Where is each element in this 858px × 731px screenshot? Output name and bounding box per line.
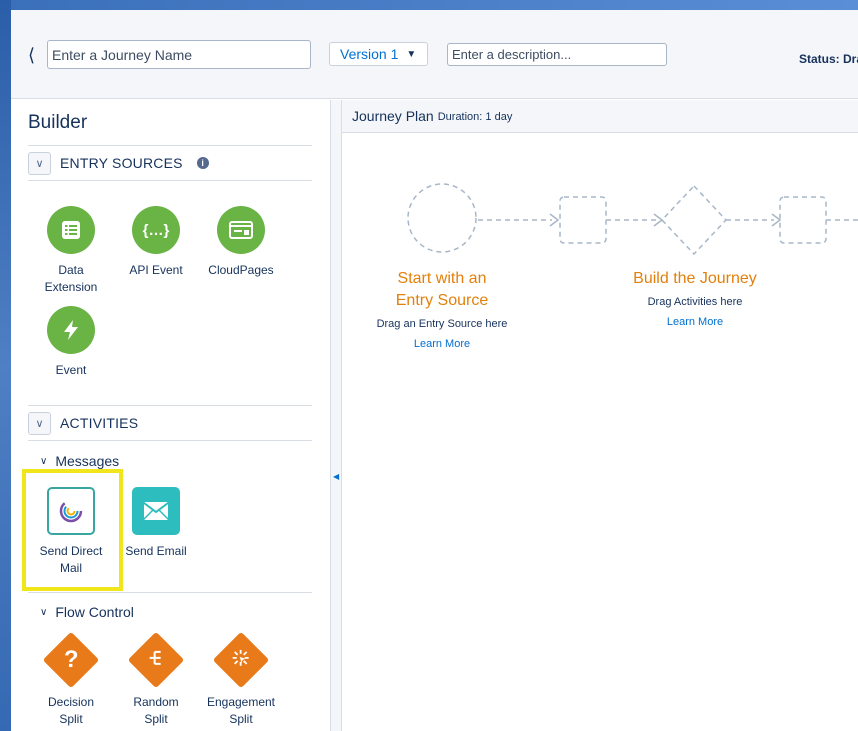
event-icon	[47, 306, 95, 354]
flow-control-label: Flow Control	[55, 604, 134, 620]
builder-panel: Builder ∨ ENTRY SOURCES i Data Extension…	[11, 100, 331, 731]
entry-event[interactable]: Event	[28, 306, 114, 379]
tile-label: Decision Split	[47, 695, 95, 726]
info-icon[interactable]: i	[196, 157, 209, 169]
collapse-panel-handle[interactable]: ◀	[331, 100, 342, 731]
email-icon	[132, 487, 180, 535]
entry-sources-header[interactable]: ∨ ENTRY SOURCES i	[28, 145, 312, 181]
tile-label: Engagement Split	[206, 695, 276, 726]
entry-api-event[interactable]: {…} API Event	[113, 206, 199, 279]
header-decoration	[0, 0, 858, 10]
version-label: Version 1	[340, 46, 399, 62]
activity-random-split[interactable]: Random Split	[113, 631, 199, 728]
activity-placeholder-box	[779, 196, 827, 244]
entry-step-subtitle: Drag an Entry Source here	[376, 318, 508, 330]
journey-name-input[interactable]	[47, 40, 311, 69]
flow-control-group-header[interactable]: ∨ Flow Control	[40, 604, 134, 620]
builder-title: Builder	[28, 112, 88, 133]
activity-send-email[interactable]: Send Email	[113, 487, 199, 560]
activities-label: ACTIVITIES	[60, 415, 139, 431]
entry-cloudpages[interactable]: CloudPages	[198, 206, 284, 279]
version-select[interactable]: Version 1 ▼	[329, 42, 428, 66]
chevron-down-icon: ∨	[40, 606, 48, 618]
activities-header[interactable]: ∨ ACTIVITIES	[28, 405, 312, 441]
build-learn-more-link[interactable]: Learn More	[605, 316, 785, 328]
build-step-title: Build the Journey	[633, 270, 757, 287]
divider	[28, 592, 312, 593]
description-input[interactable]	[447, 43, 667, 66]
back-icon[interactable]: ⟨	[28, 46, 42, 64]
entry-data-extension[interactable]: Data Extension	[28, 206, 114, 296]
tile-label: CloudPages	[208, 263, 274, 277]
entry-placeholder-circle	[407, 183, 477, 253]
random-split-icon	[127, 631, 185, 689]
data-extension-icon	[47, 206, 95, 254]
chevron-down-icon: ∨	[40, 455, 48, 467]
tile-label: Send Email	[125, 544, 187, 558]
decision-split-icon: ?	[42, 631, 100, 689]
entry-step-title: Start with an Entry Source	[362, 268, 522, 312]
plan-duration: Duration: 1 day	[437, 111, 513, 123]
activity-engagement-split[interactable]: Engagement Split	[198, 631, 284, 728]
activity-decision-split[interactable]: ? Decision Split	[28, 631, 114, 728]
build-step-subtitle: Drag Activities here	[647, 296, 743, 308]
engagement-split-icon	[212, 631, 270, 689]
journey-header: ⟨ Version 1 ▼ Status: Dra	[0, 0, 858, 99]
highlight-box	[22, 469, 123, 591]
chevron-down-icon[interactable]: ∨	[28, 151, 51, 175]
tile-label: Data Extension	[44, 263, 98, 294]
activity-placeholder-box	[559, 196, 607, 244]
caret-left-icon: ◀	[333, 472, 340, 481]
journey-canvas[interactable]: Journey Plan Duration: 1 day Start with …	[342, 100, 858, 731]
status-label: Status: Dra	[799, 52, 858, 66]
api-event-icon: {…}	[132, 206, 180, 254]
cloudpages-icon	[217, 206, 265, 254]
journey-flow-placeholder	[407, 183, 858, 256]
entry-sources-label: ENTRY SOURCES	[60, 155, 183, 171]
decision-placeholder-diamond	[660, 184, 728, 256]
messages-label: Messages	[55, 453, 120, 469]
plan-title: Journey Plan	[352, 108, 434, 124]
chevron-down-icon[interactable]: ∨	[28, 411, 51, 435]
tile-label: API Event	[129, 263, 183, 277]
entry-title-line1: Start with an	[397, 270, 487, 287]
messages-group-header[interactable]: ∨ Messages	[40, 453, 119, 469]
caret-down-icon: ▼	[406, 48, 417, 60]
left-edge-decoration	[0, 0, 11, 731]
tile-label: Random Split	[133, 695, 179, 726]
entry-learn-more-link[interactable]: Learn More	[362, 338, 522, 350]
journey-plan-bar: Journey Plan Duration: 1 day	[342, 100, 858, 133]
tile-label: Event	[55, 363, 87, 377]
entry-title-line2: Entry Source	[395, 292, 489, 309]
